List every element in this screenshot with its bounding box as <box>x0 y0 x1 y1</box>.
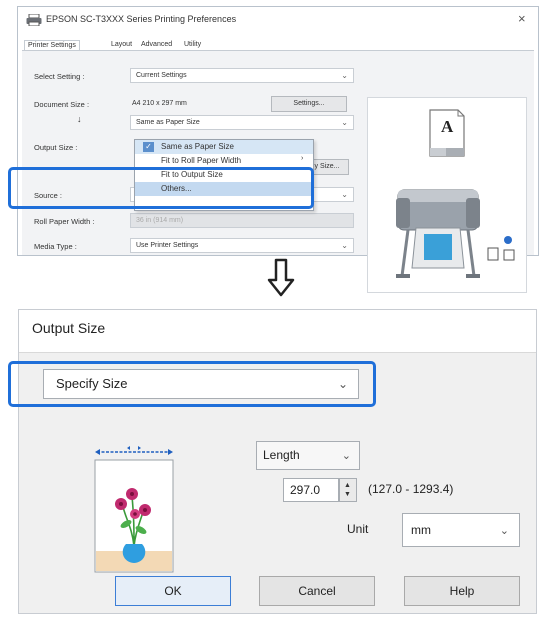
length-spinner[interactable]: ▲ ▼ <box>339 478 357 502</box>
window-title: EPSON SC-T3XXX Series Printing Preferenc… <box>46 14 237 24</box>
length-range: (127.0 - 1293.4) <box>368 482 454 496</box>
chevron-down-icon: ⌄ <box>341 241 348 250</box>
spinner-down-icon[interactable]: ▼ <box>344 491 351 498</box>
roll-paper-width-label: Roll Paper Width : <box>34 217 95 226</box>
cancel-button[interactable]: Cancel <box>259 576 375 606</box>
down-arrow-icon <box>267 258 295 297</box>
dialog-body: Specify Size ⌄ Length ⌄ 297.0 ▲ ▼ (127.0… <box>8 352 536 613</box>
dimension-value: Length <box>263 448 300 462</box>
select-setting-value: Current Settings <box>136 72 187 79</box>
same-as-paper-size-value: Same as Paper Size <box>136 119 200 126</box>
media-type-combo[interactable]: Use Printer Settings ⌄ <box>130 238 354 253</box>
roll-paper-width-combo: 36 in (914 mm) <box>130 213 354 228</box>
select-setting-label: Select Setting : <box>34 72 85 81</box>
dropdown-item-fit-to-roll-paper-width[interactable]: Fit to Roll Paper Width › <box>135 154 313 168</box>
unit-label: Unit <box>347 522 369 536</box>
tab-printer-settings[interactable]: Printer Settings <box>24 40 80 50</box>
chevron-down-icon: ⌄ <box>341 450 351 462</box>
check-icon: ✓ <box>143 142 154 152</box>
output-size-label: Output Size : <box>34 143 78 152</box>
printing-preferences-window: EPSON SC-T3XXX Series Printing Preferenc… <box>8 6 539 293</box>
document-size-label: Document Size : <box>34 100 90 109</box>
specify-size-highlight-frame <box>8 361 376 407</box>
chevron-down-icon: ⌄ <box>341 71 348 80</box>
dimension-combo[interactable]: Length ⌄ <box>256 441 360 470</box>
source-highlight-frame <box>8 167 314 209</box>
chevron-down-icon: ⌄ <box>341 118 348 127</box>
printer-icon <box>26 14 42 26</box>
select-setting-combo[interactable]: Current Settings ⌄ <box>130 68 354 83</box>
media-type-label: Media Type : <box>34 242 77 251</box>
document-size-value: A4 210 x 297 mm <box>132 100 187 107</box>
document-size-settings-button[interactable]: Settings... <box>271 96 347 112</box>
same-as-paper-size-combo[interactable]: Same as Paper Size ⌄ <box>130 115 354 130</box>
tab-layout[interactable]: Layout <box>108 40 135 49</box>
help-button[interactable]: Help <box>404 576 520 606</box>
chevron-right-icon: › <box>301 155 304 162</box>
output-size-dialog: Output Size Specify Size ⌄ Length ⌄ 297.… <box>8 309 537 614</box>
settings-panel: Select Setting : Current Settings ⌄ Docu… <box>22 50 534 293</box>
tab-utility[interactable]: Utility <box>181 40 204 49</box>
length-input[interactable]: 297.0 <box>283 478 339 502</box>
spinner-up-icon[interactable]: ▲ <box>344 482 351 489</box>
roll-paper-width-value: 36 in (914 mm) <box>136 217 184 224</box>
dropdown-item-same-as-paper-size[interactable]: ✓ Same as Paper Size <box>135 140 313 154</box>
close-icon[interactable]: × <box>518 11 526 26</box>
dialog-title: Output Size <box>32 320 106 336</box>
ok-button[interactable]: OK <box>115 576 231 606</box>
flower-vase-image <box>94 446 174 573</box>
media-type-value: Use Printer Settings <box>136 242 199 249</box>
title-bar: EPSON SC-T3XXX Series Printing Preferenc… <box>18 7 538 33</box>
chevron-down-icon: ⌄ <box>341 190 348 199</box>
unit-value: mm <box>411 523 431 537</box>
unit-combo[interactable]: mm ⌄ <box>402 513 520 547</box>
chevron-down-icon: ⌄ <box>499 525 509 537</box>
preview-letter: A <box>441 117 454 136</box>
tab-advanced[interactable]: Advanced <box>138 40 175 49</box>
down-arrow-small-icon: ↓ <box>77 114 82 124</box>
preview-panel: A <box>367 97 527 293</box>
